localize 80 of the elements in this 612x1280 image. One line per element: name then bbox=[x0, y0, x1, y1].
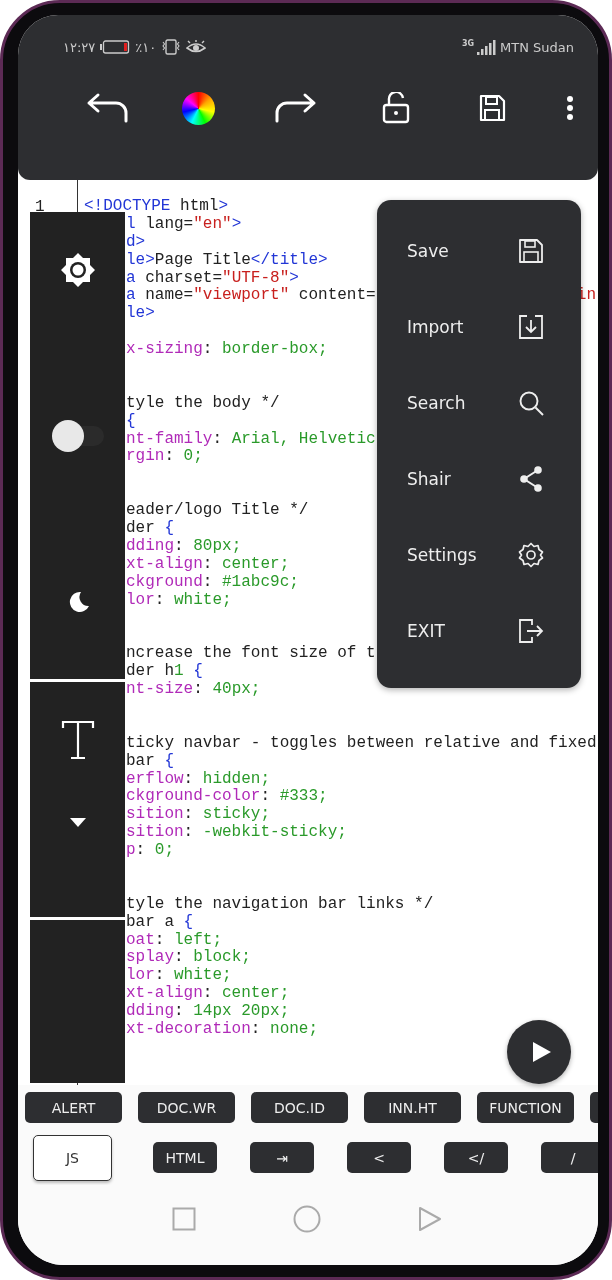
code-line: sition: -webkit-sticky; bbox=[126, 824, 347, 843]
code-line: splay: block; bbox=[126, 949, 251, 967]
code-line: le>Page Title</title> bbox=[126, 251, 328, 270]
code-line: nt-size: 40px; bbox=[126, 681, 261, 699]
snippet-key[interactable]: INN.HT bbox=[364, 1092, 461, 1123]
snippet-key[interactable]: DOC.WR bbox=[138, 1092, 235, 1123]
tag-key[interactable]: / bbox=[541, 1142, 598, 1173]
code-line: nt-family: Arial, Helvetic bbox=[126, 430, 376, 448]
snippet-key[interactable]: ALERT bbox=[25, 1092, 122, 1123]
share-icon bbox=[518, 466, 544, 492]
signal-icon bbox=[477, 39, 498, 55]
code-line: ckground-color: #333; bbox=[126, 788, 328, 806]
color-wheel-icon[interactable] bbox=[182, 91, 215, 125]
code-line: l lang="en"> bbox=[126, 215, 242, 234]
code-line: dding: 14px 20px; bbox=[126, 1003, 290, 1021]
menu-item[interactable]: EXIT bbox=[377, 593, 581, 669]
menu-item[interactable]: Settings bbox=[377, 517, 581, 593]
code-line: xt-decoration: none; bbox=[126, 1020, 319, 1039]
battery-icon bbox=[100, 40, 131, 54]
exit-icon bbox=[518, 618, 544, 644]
code-line: rgin: 0; bbox=[126, 448, 203, 467]
code-line: ncrease the font size of t bbox=[126, 645, 376, 663]
code-line: tyle the navigation bar links */ bbox=[126, 895, 434, 914]
code-line: <!DOCTYPE html> bbox=[84, 198, 229, 216]
run-button[interactable] bbox=[507, 1020, 571, 1084]
menu-item[interactable]: Search bbox=[377, 365, 581, 441]
vibrate-icon bbox=[161, 39, 182, 55]
dark-mode-toggle[interactable] bbox=[51, 420, 104, 452]
tag-key[interactable]: </ bbox=[444, 1142, 508, 1173]
line-number: 1 bbox=[35, 198, 46, 216]
code-line: a name="viewport" content= bbox=[126, 287, 376, 305]
code-line: eader/logo Title */ bbox=[126, 502, 309, 520]
code-line: tyle the body */ bbox=[126, 394, 280, 413]
code-line: dding: 80px; bbox=[126, 537, 242, 556]
settings-icon bbox=[518, 542, 544, 568]
play-icon bbox=[530, 1040, 553, 1064]
code-line: ticky navbar - toggles between relative and fixed bbox=[126, 734, 597, 753]
code-line: xt-align: center; bbox=[126, 985, 290, 1003]
network-type: 3G bbox=[461, 39, 475, 48]
code-line: { bbox=[126, 412, 136, 431]
code-line: der { bbox=[126, 520, 174, 538]
code-line: a charset="UTF-8"> bbox=[126, 269, 299, 287]
tag-key[interactable]: HTML bbox=[153, 1142, 217, 1173]
save-icon bbox=[518, 238, 544, 264]
code-line: bar { bbox=[126, 752, 174, 771]
save-button[interactable] bbox=[478, 94, 506, 122]
status-time: ١٢:٢٧ bbox=[63, 39, 96, 55]
redo-button[interactable] bbox=[273, 92, 317, 124]
brightness-icon[interactable] bbox=[59, 252, 96, 288]
snippet-key[interactable]: DOC.ID bbox=[251, 1092, 348, 1123]
code-line: xt-align: center; bbox=[126, 555, 290, 574]
code-line: le> bbox=[126, 305, 155, 324]
tag-key[interactable]: ⇥ bbox=[250, 1142, 314, 1173]
code-line: oat: left; bbox=[126, 931, 223, 949]
code-line: bar a { bbox=[126, 913, 194, 932]
menu-item[interactable]: Import bbox=[377, 289, 581, 365]
more-menu-button[interactable] bbox=[566, 95, 574, 121]
search-icon bbox=[518, 390, 544, 416]
code-line: lor: white; bbox=[126, 591, 232, 610]
code-line: lor: white; bbox=[126, 967, 232, 985]
menu-item[interactable]: Shair bbox=[377, 441, 581, 517]
carrier-name: MTN Sudan bbox=[500, 39, 574, 55]
battery-percent: ٪١٠ bbox=[135, 39, 157, 55]
text-size-icon[interactable] bbox=[60, 720, 95, 760]
code-line: p: 0; bbox=[126, 842, 174, 860]
code-line: sition: sticky; bbox=[126, 806, 271, 824]
unlock-button[interactable] bbox=[382, 92, 410, 124]
undo-button[interactable] bbox=[86, 92, 130, 124]
code-line: der h1 { bbox=[126, 663, 203, 681]
code-line: ckground: #1abc9c; bbox=[126, 573, 299, 592]
eye-icon bbox=[186, 40, 207, 54]
import-icon bbox=[518, 314, 544, 340]
code-line: d> bbox=[126, 233, 146, 252]
code-line: x-sizing: border-box; bbox=[126, 341, 328, 359]
menu-item[interactable]: Save bbox=[377, 213, 581, 289]
caret-icon[interactable] bbox=[69, 818, 86, 827]
tag-key[interactable]: < bbox=[347, 1142, 411, 1173]
snippet-key[interactable]: FUNCTION bbox=[477, 1092, 574, 1123]
code-line: erflow: hidden; bbox=[126, 770, 271, 788]
tag-key[interactable]: JS bbox=[33, 1134, 112, 1181]
